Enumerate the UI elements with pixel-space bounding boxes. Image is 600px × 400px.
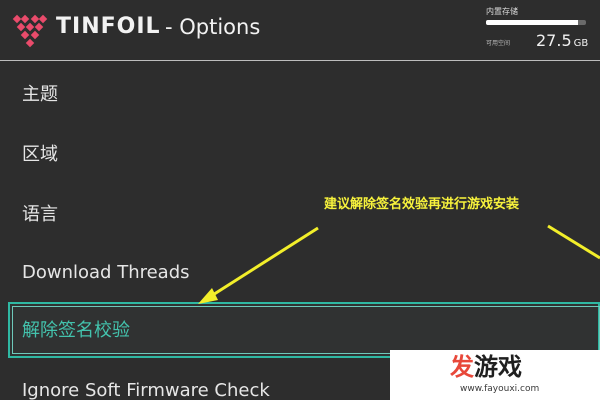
storage-indicator: 内置存储 可用空间 27.5 GB	[486, 6, 590, 54]
storage-usage-bar	[486, 20, 586, 25]
menu-item-disable-signature-check[interactable]: 解除签名校验	[22, 318, 130, 344]
app-title: TINFOIL	[56, 14, 161, 39]
free-space-label: 可用空间	[486, 40, 511, 47]
watermark-brand: 发游戏	[450, 352, 522, 382]
storage-usage-fill	[486, 20, 578, 25]
tinfoil-logo-icon	[12, 14, 48, 48]
annotation-text: 建议解除签名效验再进行游戏安装	[324, 197, 520, 212]
menu-item-theme[interactable]: 主题	[22, 82, 58, 108]
free-space-unit: GB	[573, 38, 589, 49]
header-divider	[0, 60, 600, 61]
watermark-brand-first: 发	[450, 353, 474, 381]
watermark-url: www.fayouxi.com	[460, 384, 540, 394]
header: TINFOIL - Options 内置存储 可用空间 27.5 GB	[0, 0, 600, 60]
free-space-value: 27.5 GB	[536, 31, 588, 54]
tinfoil-options-screen: TINFOIL - Options 内置存储 可用空间 27.5 GB 主题 区域…	[0, 0, 600, 400]
annotation-arrow-right	[547, 224, 600, 260]
menu-item-download-threads[interactable]: Download Threads	[22, 260, 190, 286]
menu-item-region[interactable]: 区域	[22, 142, 58, 168]
free-space-number: 27.5	[536, 31, 572, 50]
site-watermark: 发游戏 www.fayouxi.com	[390, 350, 600, 400]
menu-item-ignore-soft-firmware-check[interactable]: Ignore Soft Firmware Check	[22, 378, 270, 400]
annotation-arrow-left	[207, 226, 319, 300]
watermark-brand-rest: 游戏	[474, 353, 522, 381]
page-title: - Options	[165, 15, 261, 39]
menu-item-language[interactable]: 语言	[22, 202, 58, 228]
storage-label: 内置存储	[486, 7, 518, 16]
